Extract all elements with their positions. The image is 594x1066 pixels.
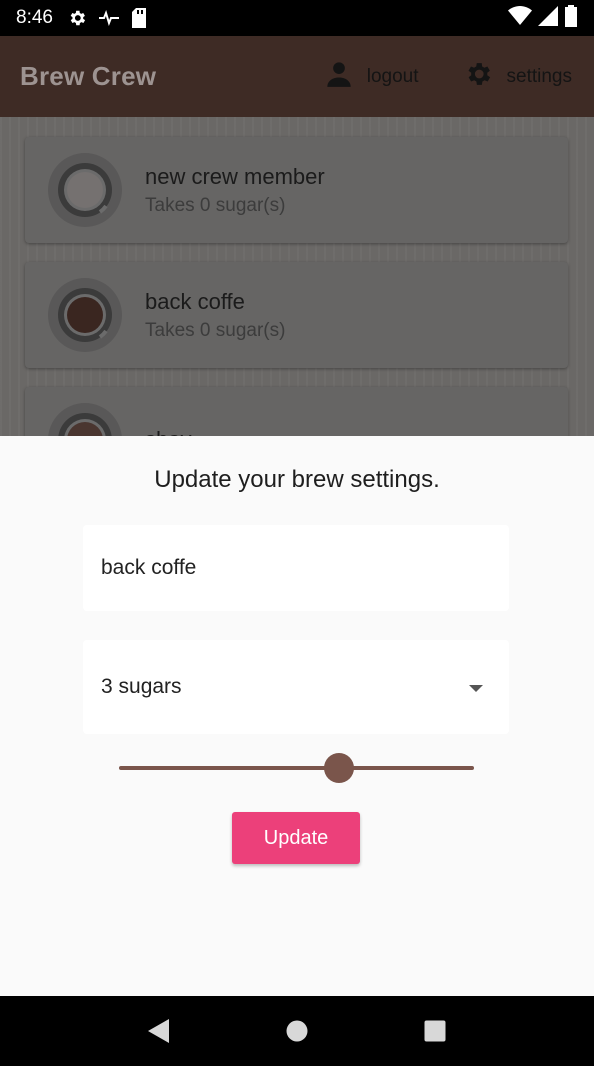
coffee-cup-avatar bbox=[48, 403, 122, 437]
wifi-icon bbox=[508, 5, 532, 31]
crew-sugar: Takes 0 sugar(s) bbox=[145, 194, 286, 216]
sheet-title: Update your brew settings. bbox=[154, 466, 440, 493]
recents-icon[interactable] bbox=[415, 1011, 455, 1051]
settings-button[interactable]: settings bbox=[463, 59, 572, 95]
crew-card[interactable]: back coffe Takes 0 sugar(s) bbox=[25, 262, 568, 368]
logout-label: logout bbox=[366, 65, 419, 87]
sd-card-icon bbox=[131, 8, 147, 28]
back-icon[interactable] bbox=[139, 1011, 179, 1051]
crew-list: new crew member Takes 0 sugar(s) back co… bbox=[0, 117, 594, 437]
gear-icon bbox=[67, 8, 87, 28]
slider-thumb[interactable] bbox=[324, 753, 355, 783]
status-time: 8:46 bbox=[16, 7, 53, 28]
home-icon[interactable] bbox=[277, 1011, 317, 1051]
sugar-dropdown[interactable]: 3 sugars bbox=[83, 640, 509, 734]
crew-sugar: Takes 0 sugar(s) bbox=[145, 319, 286, 341]
crew-card[interactable]: shay bbox=[25, 387, 568, 437]
sugar-selected: 3 sugars bbox=[101, 675, 182, 698]
pulse-icon bbox=[98, 10, 119, 26]
battery-icon bbox=[564, 4, 578, 32]
crew-card[interactable]: new crew member Takes 0 sugar(s) bbox=[25, 137, 568, 243]
logout-button[interactable]: logout bbox=[325, 60, 419, 94]
settings-gear-icon bbox=[463, 59, 493, 95]
coffee-cup-avatar bbox=[48, 278, 122, 352]
strength-slider[interactable] bbox=[119, 753, 474, 783]
update-button[interactable]: Update bbox=[232, 812, 360, 864]
settings-label: settings bbox=[506, 65, 572, 87]
crew-name: back coffe bbox=[145, 288, 245, 314]
coffee-cup-avatar bbox=[48, 153, 122, 227]
settings-sheet: Update your brew settings. back coffe 3 … bbox=[0, 436, 594, 996]
person-icon bbox=[325, 60, 353, 94]
navigation-bar bbox=[0, 996, 594, 1066]
app-title: Brew Crew bbox=[20, 61, 157, 91]
name-value: back coffe bbox=[101, 556, 197, 579]
signal-icon bbox=[538, 5, 558, 31]
dropdown-arrow-icon bbox=[469, 675, 483, 699]
name-field[interactable]: back coffe bbox=[83, 525, 509, 611]
status-bar: 8:46 bbox=[0, 0, 594, 36]
app-bar: Brew Crew logout settings bbox=[0, 36, 594, 117]
crew-name: new crew member bbox=[145, 163, 325, 189]
